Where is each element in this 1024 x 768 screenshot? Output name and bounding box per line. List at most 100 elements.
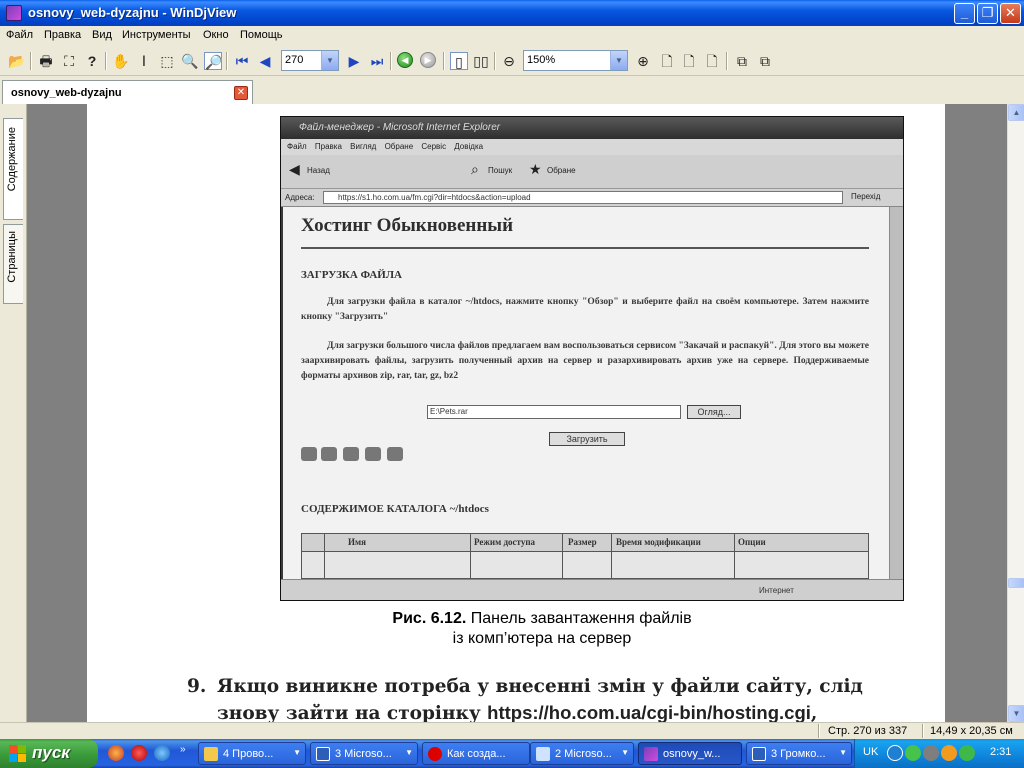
ie-col-options: Опции [738, 537, 766, 547]
title-bar[interactable]: osnovy_web-dyzajnu - WinDjView _ ❐ ✕ [0, 0, 1024, 26]
toolbar-separator [494, 52, 496, 70]
find-binoculars-icon[interactable]: ⛶ [60, 52, 78, 70]
ie-favorites-icon: ★ [529, 161, 542, 177]
start-button[interactable]: пуск [0, 739, 98, 768]
status-bar: Стр. 270 из 337 14,49 x 20,35 см [0, 722, 1024, 739]
chevron-down-icon[interactable]: ▼ [610, 51, 627, 70]
toolbar-separator [105, 52, 107, 70]
word-icon [316, 747, 330, 761]
ie-page: Хостинг Обыкновенный ЗАГРУЗКА ФАЙЛА Для … [283, 207, 889, 579]
quicklaunch-expand-icon[interactable]: » [180, 744, 186, 755]
scroll-down-button[interactable]: ▼ [1008, 705, 1024, 722]
taskbar-item-windjview[interactable]: osnovy_w... [638, 742, 742, 765]
ie-heading: Хостинг Обыкновенный [301, 215, 514, 236]
caption-line1: Панель завантаження файлів [470, 610, 692, 627]
zoom-out-icon[interactable]: ⊖ [500, 52, 518, 70]
clock[interactable]: 2:31 [990, 746, 1011, 758]
taskbar-item-explorer[interactable]: 4 Прово... ▼ [198, 742, 306, 765]
next-page-icon[interactable]: ▶ [345, 52, 363, 70]
text-select-icon[interactable]: Ⅰ [135, 52, 153, 70]
fit-page-icon[interactable]: 🗋 [658, 52, 676, 70]
ie-file-table: Имя Режим доступа Размер Время модификац… [301, 533, 869, 579]
status-page: Стр. 270 из 337 [828, 725, 908, 737]
last-page-icon[interactable]: ⏭ [368, 52, 386, 70]
ie-icon [536, 747, 550, 761]
tray-update-icon[interactable] [959, 745, 975, 761]
print-icon[interactable]: 🖶 [37, 52, 55, 70]
step-line2: знову зайти на сторінку https://ho.com.u… [217, 702, 818, 722]
ie-browse-button: Огляд... [687, 405, 741, 419]
taskbar-item-ie[interactable]: 2 Microso... ▼ [530, 742, 634, 765]
rotate-right-icon[interactable]: ⧉ [756, 52, 774, 70]
ie-menu: Файл Правка Вигляд Обране Сервіс Довідка [281, 139, 903, 155]
prev-page-icon[interactable]: ◀ [256, 52, 274, 70]
start-label: пуск [32, 743, 70, 762]
minimize-button[interactable]: _ [954, 3, 975, 24]
tab-contents[interactable]: Содержание [3, 118, 23, 220]
scroll-thumb[interactable] [1008, 578, 1024, 588]
step-url: https://ho.com.ua/cgi-bin/hosting.cgi [487, 702, 811, 722]
document-tab[interactable]: osnovy_web-dyzajnu ✕ [2, 80, 253, 104]
help-icon[interactable]: ? [83, 52, 101, 70]
menu-window[interactable]: Окно [203, 29, 229, 41]
tray-arrow-icon[interactable] [887, 745, 903, 761]
hand-tool-icon[interactable]: ✋ [112, 52, 130, 70]
menu-help[interactable]: Помощь [240, 29, 283, 41]
taskbar-item-word[interactable]: 3 Microso... ▼ [310, 742, 418, 765]
ie-address-bar: Адреса: https://s1.ho.com.ua/fm.cgi?dir=… [281, 189, 903, 207]
close-button[interactable]: ✕ [1000, 3, 1021, 24]
forward-icon[interactable]: ▶ [420, 52, 436, 68]
ie-para1: Для загрузки файла в каталог ~/htdocs, н… [301, 297, 869, 322]
browser-quicklaunch-icon[interactable] [108, 745, 124, 761]
document-tab-label: osnovy_web-dyzajnu [11, 87, 122, 99]
tab-pages-label: Страницы [6, 231, 18, 283]
rotate-left-icon[interactable]: ⧉ [733, 52, 751, 70]
chevron-down-icon[interactable]: ▼ [321, 51, 338, 70]
fit-width-icon[interactable]: 🗋 [680, 52, 698, 70]
two-pages-icon[interactable]: ▯▯ [472, 52, 490, 70]
side-panel: Содержание Страницы [0, 104, 27, 722]
menu-edit[interactable]: Правка [44, 29, 81, 41]
ie-title: Файл-менеджер - Microsoft Internet Explo… [281, 117, 903, 139]
ie-scrollbar [889, 207, 903, 579]
ie-search-label: Пошук [488, 166, 513, 175]
tray-security-icon[interactable] [941, 745, 957, 761]
ie-toolbar: ◀ Назад ⌕ Пошук ★ Обране [281, 155, 903, 189]
close-tab-icon[interactable]: ✕ [234, 86, 248, 100]
zoom-in-icon[interactable]: ⊕ [634, 52, 652, 70]
tab-pages[interactable]: Страницы [3, 224, 23, 304]
taskbar-item-volume[interactable]: 3 Громко... ▼ [746, 742, 852, 765]
ie-col-size: Размер [568, 537, 597, 547]
menu-file[interactable]: Файл [6, 29, 33, 41]
first-page-icon[interactable]: ⏮ [233, 52, 251, 70]
windjview-app-icon [6, 5, 22, 21]
windjview-icon [644, 747, 658, 761]
ie-address-value: https://s1.ho.com.ua/fm.cgi?dir=htdocs&a… [323, 191, 843, 204]
ie-col-name: Имя [348, 537, 366, 547]
ie-col-mtime: Время модификации [616, 537, 701, 547]
vertical-scrollbar[interactable]: ▲ ▼ [1007, 104, 1024, 722]
page-number-combo[interactable]: 270 ▼ [281, 50, 339, 71]
zoom-rect-icon[interactable]: 🔎 [204, 52, 222, 70]
zoom-value: 150% [527, 54, 556, 66]
taskbar-item-opera[interactable]: Как созда... [422, 742, 530, 765]
single-page-icon[interactable]: ▯ [450, 52, 468, 70]
maximize-button[interactable]: ❐ [977, 3, 998, 24]
menu-view[interactable]: Вид [92, 29, 112, 41]
scroll-up-button[interactable]: ▲ [1008, 104, 1024, 121]
tray-network-icon[interactable] [905, 745, 921, 761]
tray-app-icon[interactable] [923, 745, 939, 761]
zoom-tool-icon[interactable]: 🔍 [181, 52, 199, 70]
zoom-combo[interactable]: 150% ▼ [523, 50, 628, 71]
opera-quicklaunch-icon[interactable] [131, 745, 147, 761]
open-folder-icon[interactable]: 📂 [8, 52, 26, 70]
back-icon[interactable]: ◀ [397, 52, 413, 68]
document-view[interactable]: Файл-менеджер - Microsoft Internet Explo… [27, 104, 1007, 722]
ie-quicklaunch-icon[interactable] [154, 745, 170, 761]
actual-size-icon[interactable]: 🗋 [703, 52, 721, 70]
language-indicator[interactable]: UK [863, 746, 878, 758]
menu-bar: Файл Правка Вид Инструменты Окно Помощь [0, 26, 1024, 45]
menu-tools[interactable]: Инструменты [122, 29, 191, 41]
rect-select-icon[interactable]: ⬚ [158, 52, 176, 70]
taskbar: пуск » 4 Прово... ▼ 3 Microso... ▼ Как соз… [0, 739, 1024, 768]
